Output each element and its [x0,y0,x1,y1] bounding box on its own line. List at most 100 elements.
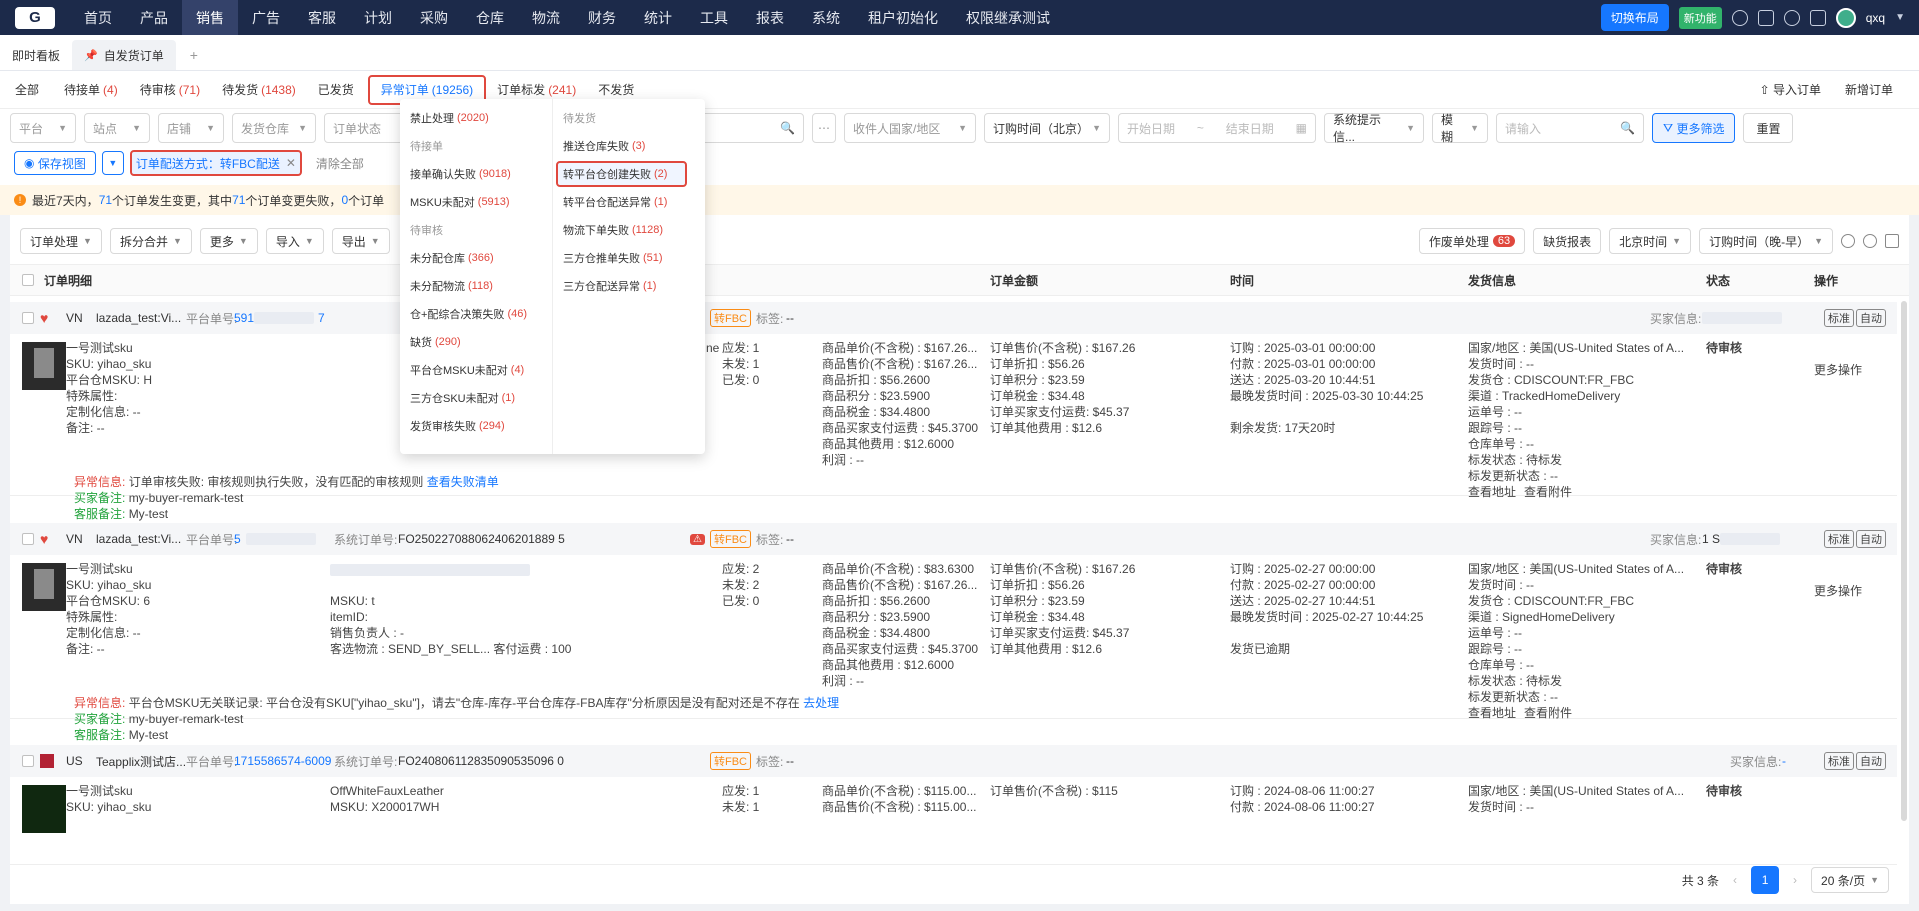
close-icon[interactable]: ✕ [286,156,296,170]
refresh-icon[interactable] [1863,234,1877,248]
keyword-input[interactable]: 请输入 🔍 [1496,113,1644,143]
status-tab[interactable]: 待发货 (1438) [211,71,307,109]
select-all-checkbox[interactable] [22,274,34,286]
row-checkbox[interactable] [22,312,34,324]
top-nav: G 首页 产品 销售 广告 客服 计划 采购 仓库 物流 财务 统计 工具 报表 系统 租户初始化 权限继承测… [0,0,1919,35]
add-tab-icon[interactable]: + [176,40,212,70]
nav-item[interactable]: 工具 [686,0,742,35]
row-checkbox[interactable] [22,755,34,767]
sort-select[interactable]: 订购时间（晚-早） ▼ [1699,228,1833,254]
avatar[interactable] [1835,7,1856,28]
info-icon[interactable] [1731,9,1748,26]
dropdown-item[interactable]: 接单确认失败 (9018) [400,161,552,187]
search-icon[interactable]: 🔍 [780,121,795,135]
nav-item[interactable]: 系统 [798,0,854,35]
active-filter-chip[interactable]: 订单配送方式：转FBC配送 ✕ [129,150,302,176]
recipient-country-select[interactable]: 收件人国家/地区 ▼ [844,113,976,143]
nav-item[interactable]: 物流 [518,0,574,35]
settings-icon[interactable] [1841,234,1855,248]
more-filter-button[interactable]: ⛛ 更多筛选 [1652,113,1736,143]
vertical-scrollbar[interactable] [1901,301,1907,821]
dropdown-item[interactable]: 三方仓SKU未配对 (1) [400,385,552,411]
new-order-button[interactable]: 新增订单 [1845,81,1893,98]
toolbar-button[interactable]: 导入 ▼ [265,228,324,254]
dropdown-item[interactable]: 缺货 (290) [400,329,552,355]
task-icon[interactable] [1757,9,1774,26]
table-header: 订单明细 订单金额 时间 发货信息 状态 操作 [10,264,1909,296]
nav-item[interactable]: 报表 [742,0,798,35]
dropdown-item[interactable]: 平台仓MSKU未配对 (4) [400,357,552,383]
date-range-picker[interactable]: 开始日期 ~ 结束日期 ▦ [1118,113,1316,143]
dropdown-item[interactable]: 仓+配综合决策失败 (46) [400,301,552,327]
amount-line: 订单其他费用 : $12.6 [990,421,1103,435]
status-tab[interactable]: 已发货 [307,71,368,109]
page-size-select[interactable]: 20 条/页 ▼ [1811,867,1889,893]
toolbar-button[interactable]: 更多 ▼ [199,228,258,254]
bell-icon[interactable] [1783,9,1800,26]
shop-select[interactable]: 店铺 ▼ [158,113,224,143]
columns-icon[interactable] [1885,234,1899,248]
wasted-orders-button[interactable]: 作废单处理 63 [1418,228,1526,254]
page-button[interactable]: 1 [1751,866,1780,894]
dropdown-item[interactable]: 转平台仓配送异常 (1) [553,189,705,215]
user-badge[interactable]: qxq [1866,11,1885,25]
search-icon[interactable]: 🔍 [1620,121,1635,135]
dropdown-item[interactable]: 禁止处理 (2020) [400,105,552,131]
time-type-select[interactable]: 订购时间（北京） ▼ [984,113,1110,143]
nav-item[interactable]: 仓库 [462,0,518,35]
nav-item[interactable]: 计划 [350,0,406,35]
shortage-report-button[interactable]: 缺货报表 [1533,228,1602,254]
warning-icon: ! [14,194,26,206]
dropdown-item[interactable]: 推送仓库失败 (3) [553,133,705,159]
dropdown-item[interactable]: 转平台仓创建失败 (2) [556,161,687,187]
page-tabbar: 即时看板 📌 自发货订单 + [0,35,1919,71]
nav-item[interactable]: 权限继承测试 [952,0,1064,35]
prev-page-icon[interactable]: ‹ [1733,873,1737,887]
row-checkbox[interactable] [22,533,34,545]
nav-item[interactable]: 统计 [630,0,686,35]
save-view-button[interactable]: ◉ 保存视图 [14,151,96,175]
order-status-select[interactable]: 订单状态 [324,113,404,143]
dropdown-item[interactable]: MSKU未配对 (5913) [400,189,552,215]
match-mode-select[interactable]: 模糊 ▼ [1432,113,1488,144]
new-feature-badge[interactable]: 新功能 [1678,6,1722,29]
dropdown-item[interactable]: 物流下单失败 (1128) [553,217,705,243]
dropdown-item[interactable]: 三方仓推单失败 (51) [553,245,705,271]
table-row: ♥ VN lazada_test:Vi... 平台单号: 5 系统订单号: FO… [10,523,1897,742]
toolbar-button[interactable]: 拆分合并 ▼ [109,228,192,254]
dropdown-item[interactable]: 发货审核失败 (294) [400,413,552,439]
dropdown-item[interactable]: 三方仓配送异常 (1) [553,273,705,299]
switch-layout-button[interactable]: 切换布局 [1600,4,1669,31]
tab-self-shipping-orders[interactable]: 📌 自发货订单 [72,40,176,70]
site-select[interactable]: 站点 ▼ [84,113,150,143]
status-tab[interactable]: 待审核 (71) [129,71,211,109]
nav-item[interactable]: 销售 [182,0,238,35]
save-view-dropdown-icon[interactable]: ▼ [101,151,124,175]
next-page-icon[interactable]: › [1793,873,1797,887]
system-tip-select[interactable]: 系统提示信... ▼ [1324,113,1424,144]
app-logo[interactable]: G [0,0,70,35]
toolbar-button[interactable]: 订单处理 ▼ [20,228,102,254]
tab-dashboard[interactable]: 即时看板 [0,40,72,70]
status-tab[interactable]: 全部 [4,71,53,109]
reset-button[interactable]: 重置 [1743,113,1794,143]
more-options-icon[interactable]: ⋯ [812,113,836,143]
timezone-select[interactable]: 北京时间 ▼ [1609,228,1692,254]
status-tab[interactable]: 待接单 (4) [53,71,129,109]
warehouse-select[interactable]: 发货仓库 ▼ [232,113,316,143]
nav-item[interactable]: 租户初始化 [854,0,952,35]
chevron-down-icon[interactable]: ▼ [1895,12,1905,23]
nav-item[interactable]: 广告 [238,0,294,35]
clear-all-link[interactable]: 清除全部 [316,155,364,172]
nav-item[interactable]: 首页 [70,0,126,35]
dropdown-item[interactable]: 未分配仓库 (366) [400,245,552,271]
import-orders-button[interactable]: ⇧ 导入订单 [1760,81,1821,98]
nav-item[interactable]: 客服 [294,0,350,35]
nav-item[interactable]: 财务 [574,0,630,35]
fullscreen-icon[interactable] [1809,9,1826,26]
nav-item[interactable]: 采购 [406,0,462,35]
nav-item[interactable]: 产品 [126,0,182,35]
toolbar-button[interactable]: 导出 ▼ [331,228,390,254]
dropdown-item[interactable]: 未分配物流 (118) [400,273,552,299]
platform-select[interactable]: 平台 ▼ [10,113,76,143]
